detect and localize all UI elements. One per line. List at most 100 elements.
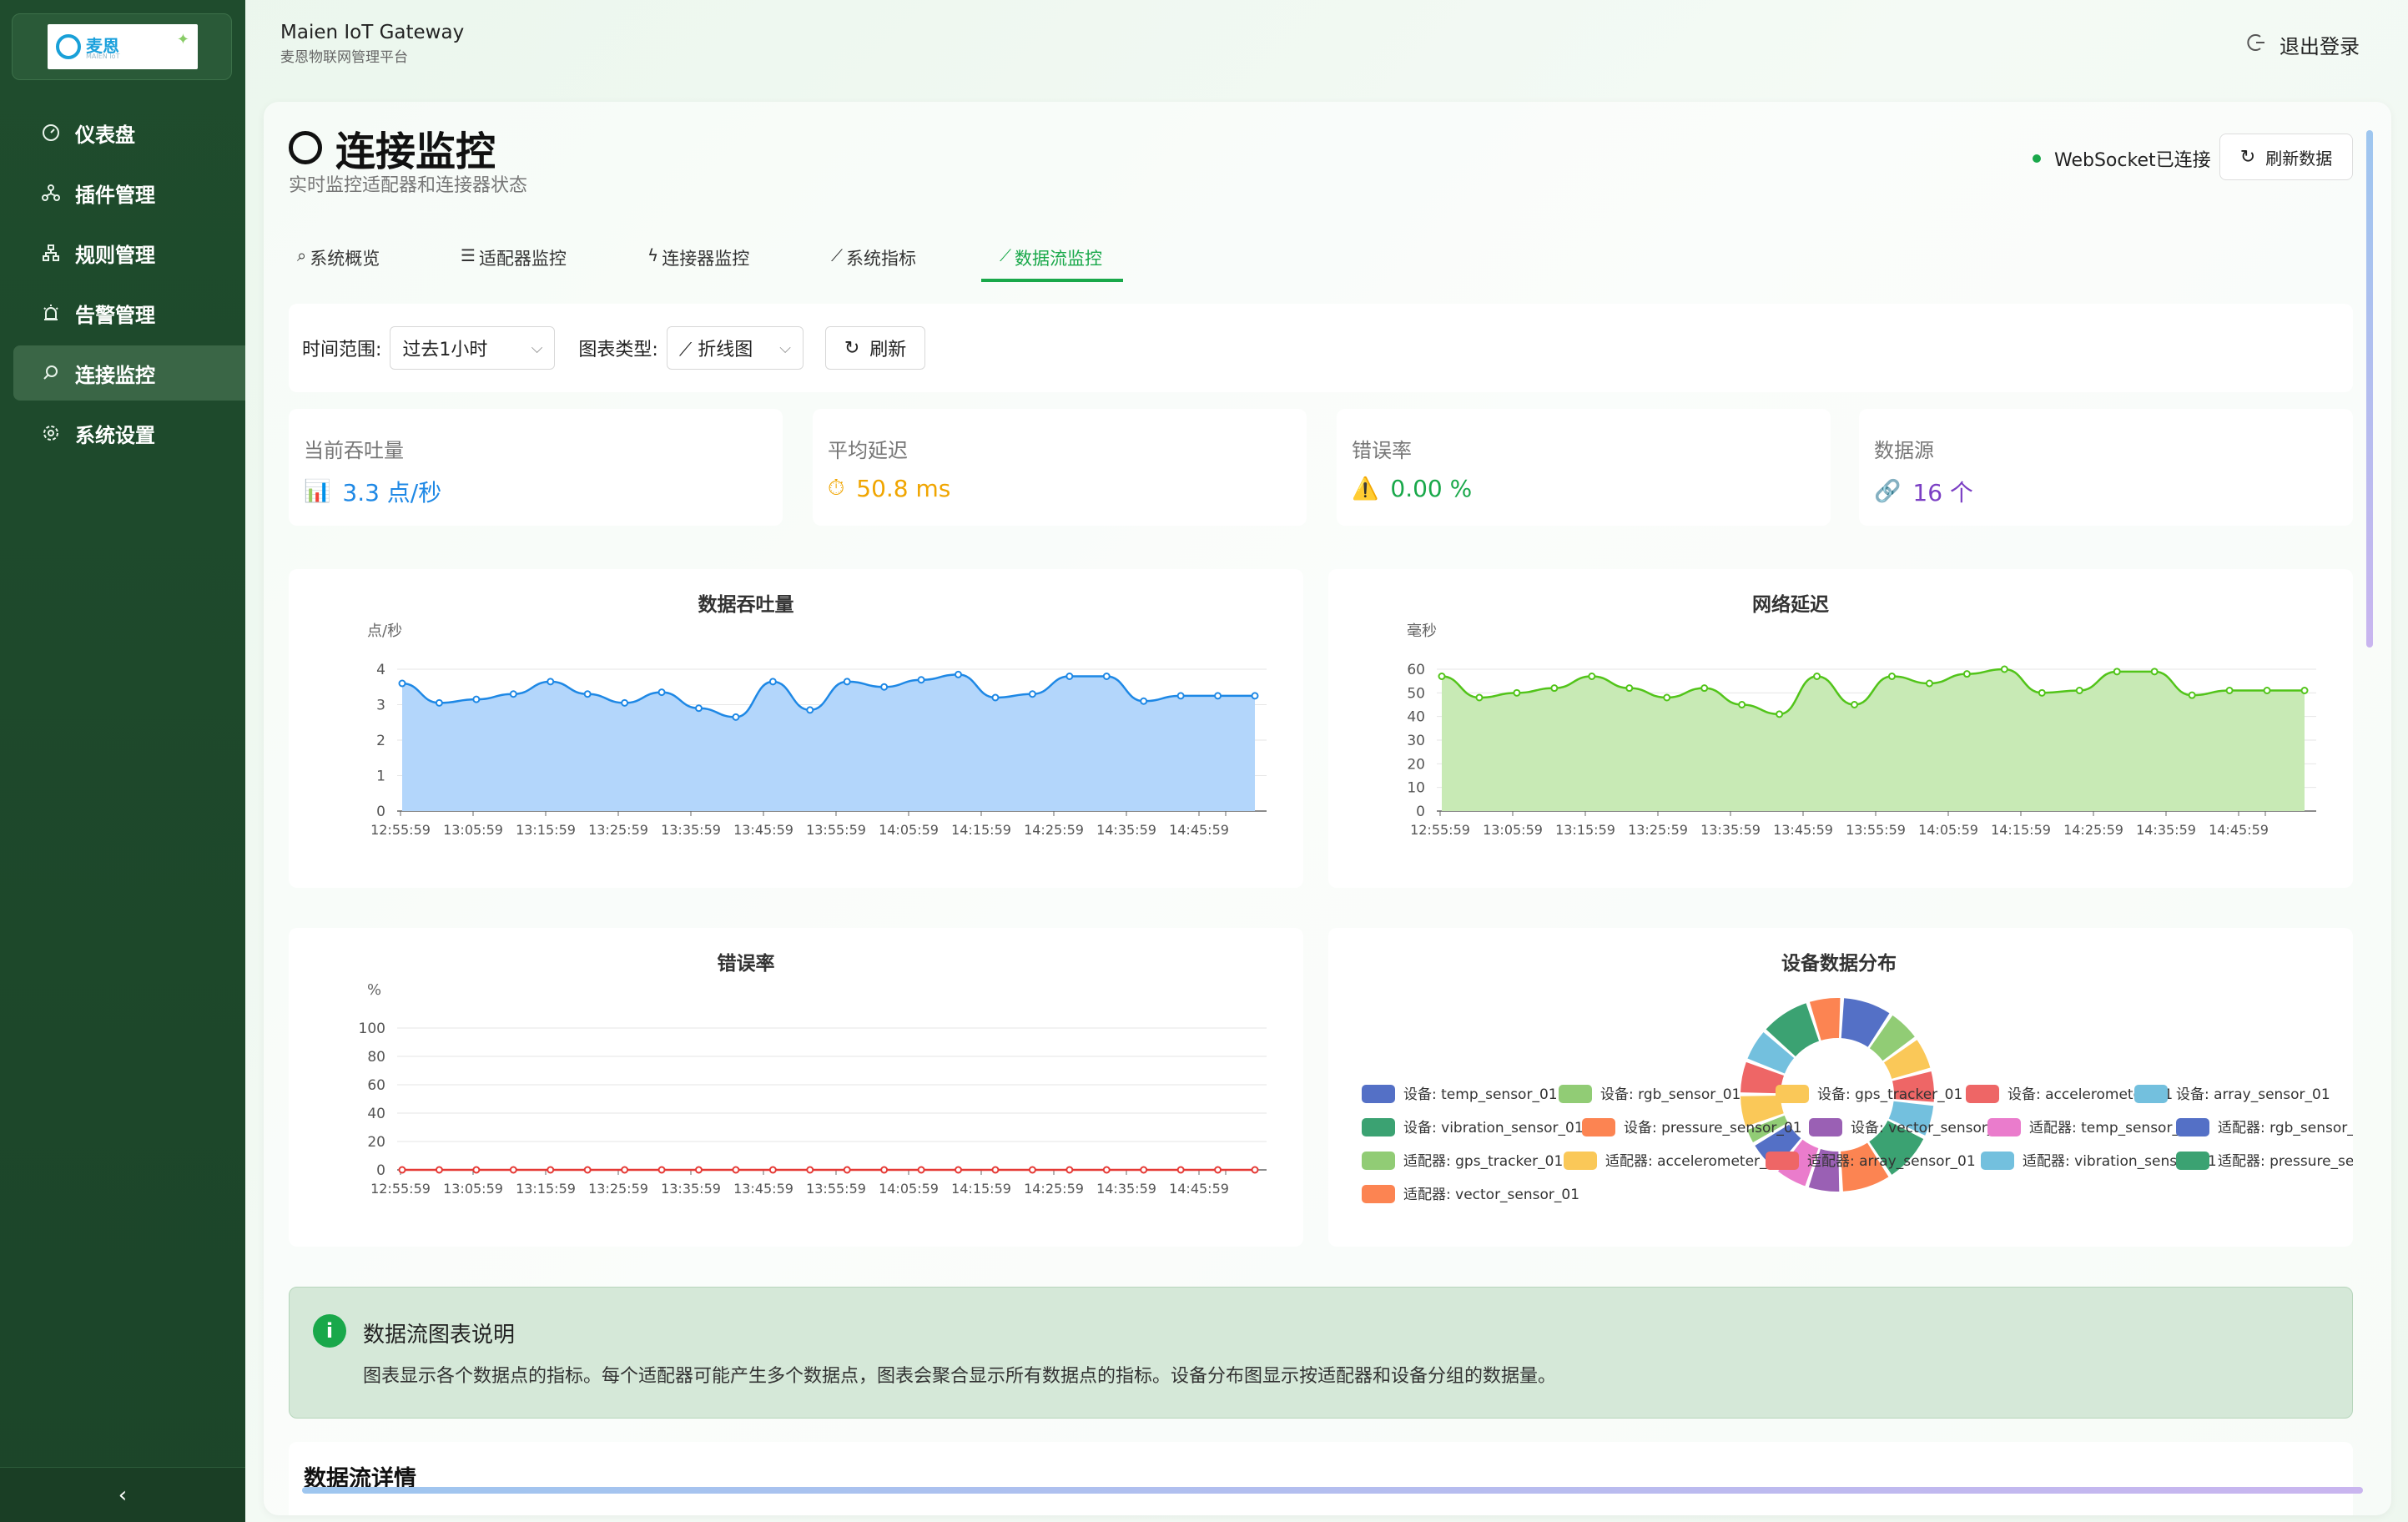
legend-swatch	[1809, 1118, 1842, 1136]
refresh-button[interactable]: ↻ 刷新	[824, 326, 926, 370]
y-tick-label: 4	[376, 662, 385, 678]
legend-label: 设备: temp_sensor_01	[1403, 1086, 1558, 1103]
stat-label: 数据源	[1874, 439, 1934, 462]
tab-label: 适配器监控	[478, 249, 567, 269]
legend-label: 适配器: gps_tracker_01	[1403, 1153, 1563, 1170]
main-content: 连接监控 实时监控适配器和连接器状态 WebSocket已连接 ↻ 刷新数据 ⌕…	[264, 102, 2391, 1515]
chart-title: 数据吞吐量	[698, 594, 794, 616]
page-title-text: 连接监控	[335, 129, 496, 175]
x-tick-label: 13:55:59	[1846, 822, 1906, 838]
y-tick-label: 0	[376, 804, 385, 820]
sidebar-item-plugins[interactable]: 插件管理	[13, 165, 245, 220]
tab-overview[interactable]: ⌕ 系统概览	[297, 235, 380, 282]
sidebar-item-label: 规则管理	[75, 243, 155, 267]
stat-value-text: 0.00 %	[1390, 475, 1473, 502]
y-tick-label: 1	[376, 769, 385, 785]
data-point	[1102, 673, 1111, 680]
chevron-down-icon: ⌵	[531, 339, 543, 357]
sidebar-item-label: 系统设置	[75, 423, 155, 447]
sidebar-item-label: 插件管理	[75, 183, 155, 207]
tab-adapters[interactable]: ☰ 适配器监控	[461, 235, 567, 282]
sidebar-item-rules[interactable]: 规则管理	[13, 225, 245, 280]
horizontal-scrollbar[interactable]	[302, 1487, 2363, 1494]
data-point	[2150, 668, 2159, 676]
x-tick-label: 14:05:59	[879, 822, 939, 838]
sidebar-item-alarms[interactable]: 告警管理	[13, 285, 245, 340]
x-tick-label: 12:55:59	[370, 822, 431, 838]
legend-swatch	[1362, 1185, 1395, 1203]
stat-label: 错误率	[1352, 439, 1412, 462]
data-point	[1962, 670, 1971, 678]
chart-type-text: 折线图	[698, 340, 753, 360]
data-point	[1851, 701, 1859, 708]
chart-svg: 错误率% 0 20 40 60 80 100 12:55:59 13:05:59 13:15:59…	[359, 952, 1267, 1197]
tab-system-metrics[interactable]: ⟋ 系统指标	[831, 235, 916, 282]
y-tick-label: 20	[367, 1134, 385, 1151]
logout-label: 退出登录	[2280, 35, 2360, 58]
collapse-sidebar-button[interactable]: ‹	[0, 1467, 245, 1522]
x-tick-label: 13:25:59	[588, 822, 648, 838]
data-point	[1887, 673, 1896, 680]
sidebar-item-monitor[interactable]: 连接监控	[13, 345, 245, 401]
refresh-data-button[interactable]: ↻ 刷新数据	[2219, 134, 2353, 180]
data-point	[2263, 687, 2271, 694]
stat-label: 平均延迟	[828, 439, 908, 462]
data-point	[917, 676, 925, 684]
chart-svg: 数据吞吐量点/秒 0 1 2 3 4 12:55:59 13:05:59 13:15:59 13:…	[367, 594, 1267, 838]
y-tick-label: 100	[359, 1021, 385, 1037]
data-point	[509, 690, 517, 698]
logo[interactable]: 麦恩 MAIEN IoT ✦	[12, 13, 232, 80]
y-tick-label: 80	[367, 1049, 385, 1066]
tab-connectors[interactable]: ϟ 连接器监控	[647, 235, 749, 282]
chevron-left-icon: ‹	[118, 1482, 128, 1508]
data-point	[2300, 687, 2309, 694]
y-tick-label: 60	[1407, 662, 1425, 678]
sidebar-item-label: 告警管理	[75, 303, 155, 327]
data-point	[955, 670, 963, 678]
data-point	[991, 693, 1000, 702]
data-point	[843, 678, 851, 686]
data-point	[621, 1166, 629, 1174]
data-point	[1663, 693, 1671, 702]
dashboard-icon	[42, 123, 60, 142]
y-tick-label: 20	[1407, 756, 1425, 773]
info-alert: i 数据流图表说明 图表显示各个数据点的指标。每个适配器可能产生多个数据点，图表…	[289, 1287, 2353, 1419]
x-tick-label: 14:35:59	[1096, 1181, 1156, 1197]
tab-label: 系统指标	[846, 249, 916, 269]
x-tick-label: 14:15:59	[951, 822, 1011, 838]
chart-type-label: 图表类型:	[578, 340, 658, 360]
refresh-icon: ↻	[2239, 146, 2256, 168]
gear-icon	[42, 424, 60, 442]
legend-label: 适配器: array_sensor_01	[1807, 1153, 1976, 1170]
data-point	[1925, 679, 1933, 688]
search-icon: ⌕	[297, 245, 307, 265]
x-tick-label: 14:15:59	[951, 1181, 1011, 1197]
data-point	[806, 1166, 814, 1174]
data-point	[547, 678, 555, 686]
stat-card-sources: 数据源 🔗 16 个	[1859, 409, 2353, 526]
data-point	[732, 1166, 740, 1174]
legend-label: 适配器: accelerometer_01	[1605, 1153, 1785, 1170]
x-tick-label: 13:25:59	[588, 1181, 648, 1197]
data-point	[694, 1166, 703, 1174]
data-point	[732, 713, 740, 721]
x-tick-label: 14:45:59	[1169, 1181, 1229, 1197]
vertical-scrollbar[interactable]	[2366, 130, 2373, 648]
chart-icon: ⟋	[1000, 245, 1011, 265]
logout-button[interactable]: 退出登录	[2246, 30, 2360, 59]
data-point	[657, 1166, 666, 1174]
chart-type-select[interactable]: ⟋ 折线图 ⌵	[666, 326, 804, 370]
legend-swatch	[1776, 1085, 1809, 1103]
x-tick-label: 14:25:59	[2063, 822, 2123, 838]
sidebar-item-dashboard[interactable]: 仪表盘	[13, 105, 245, 160]
legend-swatch	[2176, 1118, 2209, 1136]
time-range-select[interactable]: 过去1小时 ⌵	[390, 326, 556, 370]
x-tick-label: 14:35:59	[2136, 822, 2196, 838]
sidebar-item-settings[interactable]: 系统设置	[13, 406, 245, 461]
chart-type-value: ⟋ 折线图	[679, 335, 753, 361]
y-tick-label: 10	[1407, 780, 1425, 797]
x-tick-label: 13:45:59	[1773, 822, 1833, 838]
throughput-chart: 数据吞吐量 点/秒 0 1 2 3 4 12:55:59 13:05:59 13:15:59 13:…	[289, 569, 1303, 888]
tab-dataflow[interactable]: ⟋ 数据流监控	[981, 235, 1123, 282]
data-point	[2000, 665, 2008, 673]
